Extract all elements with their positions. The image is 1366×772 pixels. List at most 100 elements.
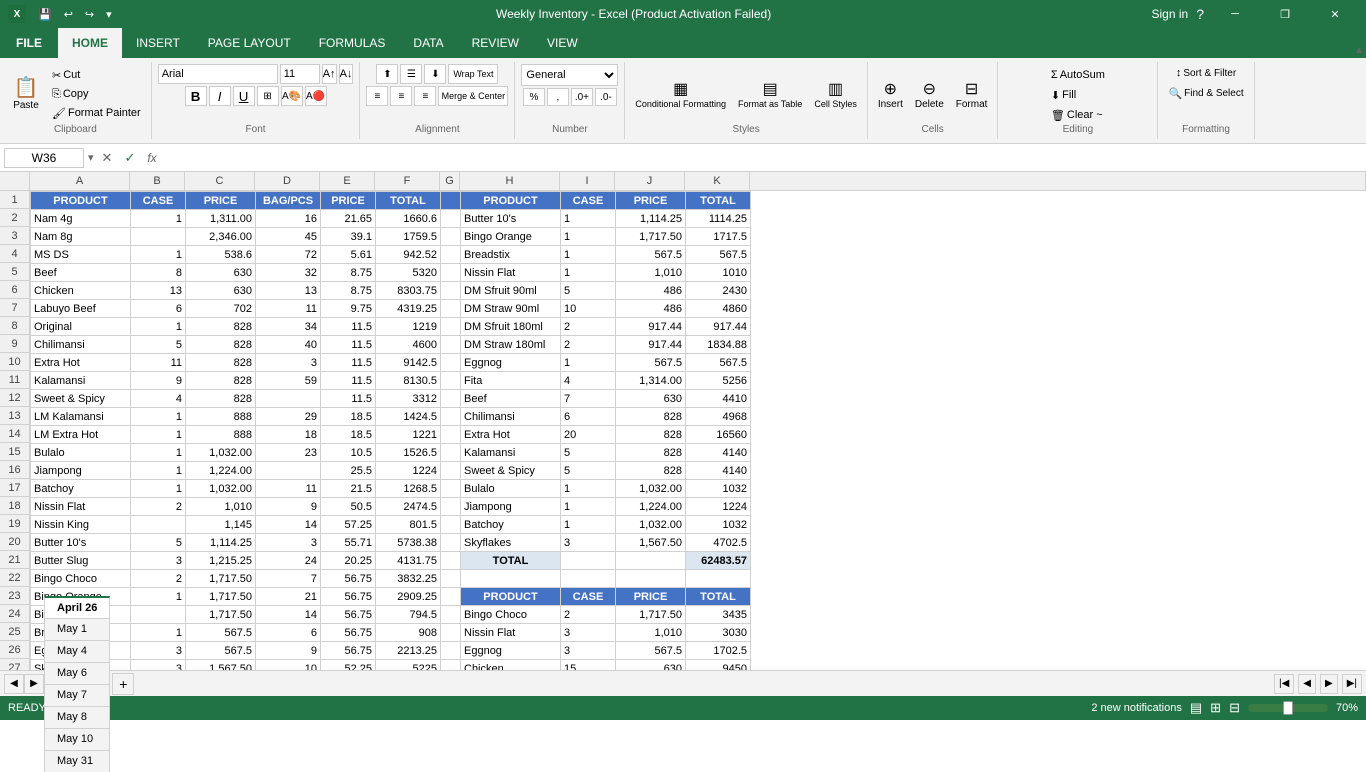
- table-row[interactable]: Chilimansi58284011.54600DM Straw 180ml29…: [31, 336, 751, 354]
- cell-22-a[interactable]: Bingo Choco: [31, 570, 131, 588]
- number-format-select[interactable]: General Number Currency: [521, 64, 618, 86]
- cell-4-h[interactable]: Breadstix: [461, 246, 561, 264]
- cell-5-h[interactable]: Nissin Flat: [461, 264, 561, 282]
- cell-11-d[interactable]: 59: [256, 372, 321, 390]
- cell-6-j[interactable]: 486: [616, 282, 686, 300]
- cell-16-c[interactable]: 1,224.00: [186, 462, 256, 480]
- cell-5-e[interactable]: 8.75: [321, 264, 376, 282]
- scroll-sheets-left[interactable]: ◀: [4, 674, 24, 694]
- cell-2-g[interactable]: [441, 210, 461, 228]
- insert-function-button[interactable]: fx: [143, 151, 160, 165]
- table-row[interactable]: MS DS1538.6725.61942.52Breadstix1567.556…: [31, 246, 751, 264]
- cell-20-b[interactable]: 5: [131, 534, 186, 552]
- cell-9-a[interactable]: Chilimansi: [31, 336, 131, 354]
- sheet-tab-may-1[interactable]: May 1: [44, 618, 110, 640]
- cell-14-b[interactable]: 1: [131, 426, 186, 444]
- cell-23-j[interactable]: PRICE: [616, 588, 686, 606]
- file-tab[interactable]: FILE: [0, 28, 58, 58]
- cell-16-i[interactable]: 5: [561, 462, 616, 480]
- cell-3-a[interactable]: Nam 8g: [31, 228, 131, 246]
- table-row[interactable]: Jiampong11,224.0025.51224Sweet & Spicy58…: [31, 462, 751, 480]
- sheet-tab-may-6[interactable]: May 6: [44, 662, 110, 684]
- cell-7-i[interactable]: 10: [561, 300, 616, 318]
- cell-15-h[interactable]: Kalamansi: [461, 444, 561, 462]
- cell-23-f[interactable]: 2909.25: [376, 588, 441, 606]
- table-row[interactable]: Sweet & Spicy482811.53312Beef76304410: [31, 390, 751, 408]
- cell-21-i[interactable]: [561, 552, 616, 570]
- col-header-b[interactable]: B: [130, 172, 185, 190]
- increase-decimal-button[interactable]: .0+: [571, 88, 593, 106]
- cell-4-f[interactable]: 942.52: [376, 246, 441, 264]
- col-header-h[interactable]: H: [460, 172, 560, 190]
- cell-21-b[interactable]: 3: [131, 552, 186, 570]
- cell-25-k[interactable]: 3030: [686, 624, 751, 642]
- table-row[interactable]: Extra Hot11828311.59142.5Eggnog1567.5567…: [31, 354, 751, 372]
- cell-27-e[interactable]: 52.25: [321, 660, 376, 671]
- cell-26-g[interactable]: [441, 642, 461, 660]
- cell-11-i[interactable]: 4: [561, 372, 616, 390]
- table-row[interactable]: Bingo Orange11,717.502156.752909.25PRODU…: [31, 588, 751, 606]
- formula-input[interactable]: [165, 149, 1362, 167]
- decrease-decimal-button[interactable]: .0-: [595, 88, 617, 106]
- percent-style-button[interactable]: %: [523, 88, 545, 106]
- cell-19-j[interactable]: 1,032.00: [616, 516, 686, 534]
- cell-13-d[interactable]: 29: [256, 408, 321, 426]
- cell-27-k[interactable]: 9450: [686, 660, 751, 671]
- cell-13-i[interactable]: 6: [561, 408, 616, 426]
- cell-12-g[interactable]: [441, 390, 461, 408]
- cell-15-a[interactable]: Bulalo: [31, 444, 131, 462]
- cell-12-f[interactable]: 3312: [376, 390, 441, 408]
- col-header-j[interactable]: J: [615, 172, 685, 190]
- cell-9-c[interactable]: 828: [186, 336, 256, 354]
- sheet-tab-may-4[interactable]: May 4: [44, 640, 110, 662]
- cell-21-k[interactable]: 62483.57: [686, 552, 751, 570]
- sheet-tab-april-26[interactable]: April 26: [44, 596, 110, 618]
- cell-3-f[interactable]: 1759.5: [376, 228, 441, 246]
- cell-1-e[interactable]: PRICE: [321, 192, 376, 210]
- copy-button[interactable]: ⎘ Copy: [48, 85, 145, 103]
- cell-16-a[interactable]: Jiampong: [31, 462, 131, 480]
- cell-16-d[interactable]: [256, 462, 321, 480]
- cell-8-c[interactable]: 828: [186, 318, 256, 336]
- cell-23-h[interactable]: PRODUCT: [461, 588, 561, 606]
- cell-25-b[interactable]: 1: [131, 624, 186, 642]
- cell-13-h[interactable]: Chilimansi: [461, 408, 561, 426]
- cell-27-i[interactable]: 15: [561, 660, 616, 671]
- bold-button[interactable]: B: [185, 86, 207, 106]
- font-size-input[interactable]: [280, 64, 320, 84]
- cell-13-a[interactable]: LM Kalamansi: [31, 408, 131, 426]
- cell-19-k[interactable]: 1032: [686, 516, 751, 534]
- cell-2-k[interactable]: 1114.25: [686, 210, 751, 228]
- paste-button[interactable]: 📋 Paste: [6, 66, 46, 120]
- cell-26-f[interactable]: 2213.25: [376, 642, 441, 660]
- cell-26-e[interactable]: 56.75: [321, 642, 376, 660]
- cell-18-h[interactable]: Jiampong: [461, 498, 561, 516]
- cell-17-a[interactable]: Batchoy: [31, 480, 131, 498]
- cell-5-f[interactable]: 5320: [376, 264, 441, 282]
- cell-3-h[interactable]: Bingo Orange: [461, 228, 561, 246]
- underline-button[interactable]: U: [233, 86, 255, 106]
- cell-13-b[interactable]: 1: [131, 408, 186, 426]
- cell-24-i[interactable]: 2: [561, 606, 616, 624]
- col-header-f[interactable]: F: [375, 172, 440, 190]
- cell-16-f[interactable]: 1224: [376, 462, 441, 480]
- cell-27-d[interactable]: 10: [256, 660, 321, 671]
- cell-1-a[interactable]: PRODUCT: [31, 192, 131, 210]
- cell-17-b[interactable]: 1: [131, 480, 186, 498]
- name-box[interactable]: [4, 148, 84, 168]
- cell-6-i[interactable]: 5: [561, 282, 616, 300]
- grid-scroll[interactable]: PRODUCTCASEPRICEBAG/PCSPRICETOTALPRODUCT…: [30, 191, 1366, 670]
- cell-23-k[interactable]: TOTAL: [686, 588, 751, 606]
- cell-16-k[interactable]: 4140: [686, 462, 751, 480]
- cell-20-e[interactable]: 55.71: [321, 534, 376, 552]
- cell-15-k[interactable]: 4140: [686, 444, 751, 462]
- cell-21-j[interactable]: [616, 552, 686, 570]
- cell-12-i[interactable]: 7: [561, 390, 616, 408]
- italic-button[interactable]: I: [209, 86, 231, 106]
- cell-21-g[interactable]: [441, 552, 461, 570]
- cell-21-f[interactable]: 4131.75: [376, 552, 441, 570]
- cell-19-a[interactable]: Nissin King: [31, 516, 131, 534]
- table-row[interactable]: LM Extra Hot18881818.51221Extra Hot20828…: [31, 426, 751, 444]
- cell-1-h[interactable]: PRODUCT: [461, 192, 561, 210]
- cell-15-f[interactable]: 1526.5: [376, 444, 441, 462]
